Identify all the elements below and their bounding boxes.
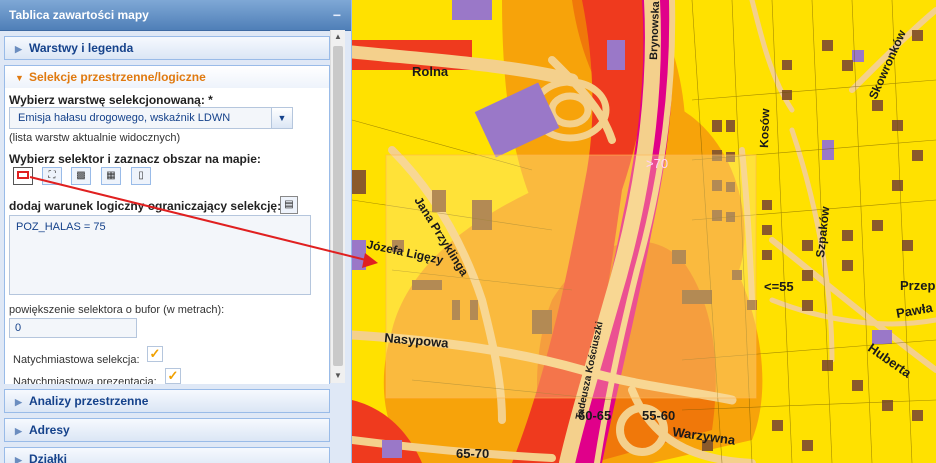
annotation-arrow (29, 176, 378, 268)
